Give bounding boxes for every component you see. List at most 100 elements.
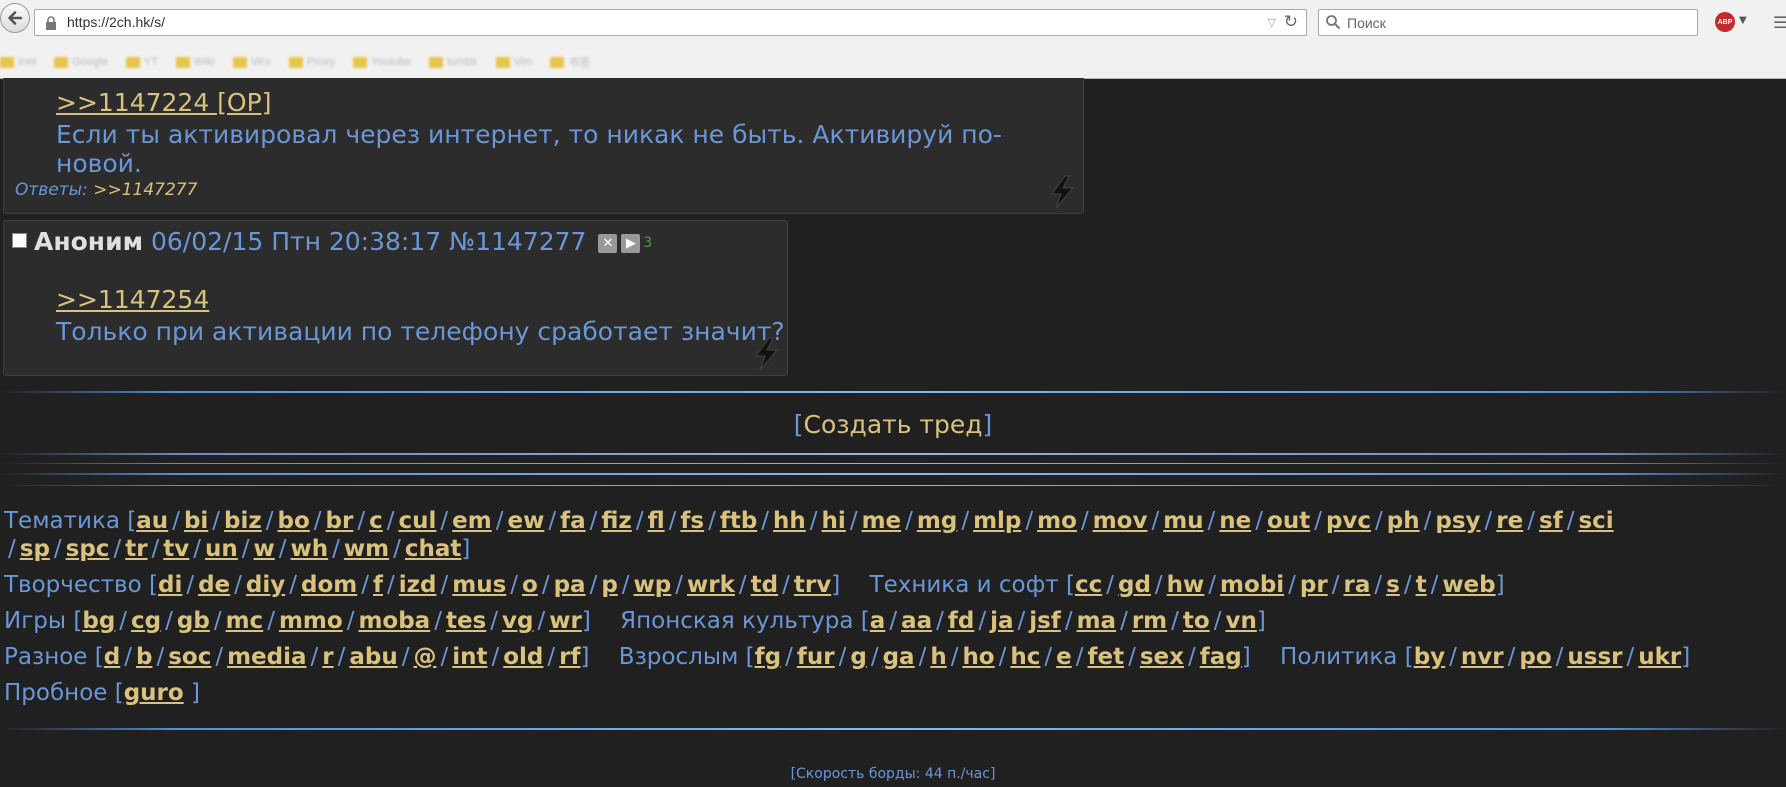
bookmark-item[interactable]: Proxy	[288, 56, 335, 68]
board-link-bo[interactable]: bo	[278, 508, 310, 534]
board-link-re[interactable]: re	[1496, 508, 1523, 534]
board-link-po[interactable]: po	[1519, 644, 1551, 670]
board-link-hi[interactable]: hi	[822, 508, 846, 534]
post-reflink[interactable]: >>1147254	[56, 285, 209, 314]
bookmark-item[interactable]: 书签	[550, 54, 590, 70]
post-number[interactable]: №1147277	[449, 227, 586, 256]
board-link-wp[interactable]: wp	[634, 572, 672, 598]
bookmark-item[interactable]: Wiki	[175, 56, 215, 68]
board-link-tr[interactable]: tr	[125, 536, 147, 562]
board-link-web[interactable]: web	[1442, 572, 1495, 598]
board-link-fl[interactable]: fl	[648, 508, 665, 534]
board-link-gd[interactable]: gd	[1118, 572, 1151, 598]
board-link-td[interactable]: td	[751, 572, 778, 598]
board-link-ph[interactable]: ph	[1387, 508, 1420, 534]
board-link-hw[interactable]: hw	[1167, 572, 1205, 598]
search-input[interactable]	[1347, 13, 1687, 32]
board-link-tv[interactable]: tv	[163, 536, 189, 562]
board-link-o[interactable]: o	[522, 572, 538, 598]
board-link-em[interactable]: em	[452, 508, 492, 534]
bookmark-item[interactable]: VKs	[232, 56, 271, 68]
board-link-bg[interactable]: bg	[82, 608, 115, 634]
bookmark-item[interactable]: tumblr	[428, 56, 478, 68]
board-link-rm[interactable]: rm	[1132, 608, 1167, 634]
close-icon[interactable]: ✕	[598, 233, 618, 253]
board-link-mobi[interactable]: mobi	[1220, 572, 1284, 598]
board-link-de[interactable]: de	[198, 572, 230, 598]
board-link-soc[interactable]: soc	[168, 644, 211, 670]
board-link-f[interactable]: f	[373, 572, 383, 598]
board-link-s[interactable]: s	[1386, 572, 1400, 598]
board-link-tes[interactable]: tes	[446, 608, 486, 634]
board-link-vn[interactable]: vn	[1225, 608, 1256, 634]
board-link-g[interactable]: g	[850, 644, 866, 670]
board-link-mg[interactable]: mg	[917, 508, 957, 534]
chevron-down-icon[interactable]: ▼	[1739, 15, 1747, 26]
board-link-a[interactable]: a	[870, 608, 886, 634]
bookmark-item[interactable]: Inet	[0, 56, 36, 68]
board-link-ftb[interactable]: ftb	[720, 508, 757, 534]
board-link-spc[interactable]: spc	[66, 536, 110, 562]
board-link-cc[interactable]: cc	[1075, 572, 1102, 598]
board-link-sp[interactable]: sp	[20, 536, 50, 562]
board-link-by[interactable]: by	[1414, 644, 1445, 670]
board-link-izd[interactable]: izd	[399, 572, 437, 598]
board-link-ussr[interactable]: ussr	[1567, 644, 1622, 670]
url-bar[interactable]: https://2ch.hk/s/ ▽ ↻	[34, 9, 1307, 36]
lightning-icon[interactable]	[751, 337, 781, 371]
board-link-hc[interactable]: hc	[1010, 644, 1040, 670]
board-link-ra[interactable]: ra	[1343, 572, 1370, 598]
board-link-p[interactable]: p	[601, 572, 617, 598]
board-link-pa[interactable]: pa	[554, 572, 586, 598]
board-link-out[interactable]: out	[1267, 508, 1310, 534]
board-link-fs[interactable]: fs	[680, 508, 704, 534]
board-link-mov[interactable]: mov	[1093, 508, 1148, 534]
board-link-d[interactable]: d	[104, 644, 120, 670]
board-link-rf[interactable]: rf	[559, 644, 580, 670]
board-link-mus[interactable]: mus	[452, 572, 506, 598]
board-link-wr[interactable]: wr	[549, 608, 582, 634]
board-link-old[interactable]: old	[503, 644, 543, 670]
board-link-fiz[interactable]: fiz	[601, 508, 631, 534]
board-link-mc[interactable]: mc	[226, 608, 264, 634]
menu-icon[interactable]: ☰	[1773, 13, 1786, 32]
board-link-abu[interactable]: abu	[349, 644, 397, 670]
board-link-wm[interactable]: wm	[344, 536, 389, 562]
board-link-h[interactable]: h	[930, 644, 946, 670]
url-dropdown-icon[interactable]: ▽	[1268, 16, 1276, 29]
bookmark-item[interactable]: YT	[125, 56, 158, 68]
board-link-cg[interactable]: cg	[131, 608, 161, 634]
board-link-trv[interactable]: trv	[794, 572, 831, 598]
board-link-fag[interactable]: fag	[1200, 644, 1242, 670]
board-link-chat[interactable]: chat	[405, 536, 462, 562]
board-link-vg[interactable]: vg	[502, 608, 533, 634]
board-link-mlp[interactable]: mlp	[973, 508, 1021, 534]
post-reflink[interactable]: >>1147224 [OP]	[56, 88, 271, 117]
board-link-moba[interactable]: moba	[358, 608, 430, 634]
board-link-to[interactable]: to	[1183, 608, 1210, 634]
board-link-sex[interactable]: sex	[1140, 644, 1184, 670]
adblock-icon[interactable]: ABP	[1715, 12, 1735, 32]
board-link-mmo[interactable]: mmo	[279, 608, 343, 634]
board-link-pr[interactable]: pr	[1300, 572, 1328, 598]
back-button[interactable]	[0, 3, 30, 33]
bookmark-item[interactable]: Vim	[495, 56, 532, 68]
post-checkbox[interactable]	[12, 233, 27, 248]
board-link-e[interactable]: e	[1056, 644, 1072, 670]
board-link-diy[interactable]: diy	[246, 572, 285, 598]
board-link-fg[interactable]: fg	[755, 644, 781, 670]
board-link-sci[interactable]: sci	[1578, 508, 1613, 534]
board-link-jsf[interactable]: jsf	[1029, 608, 1061, 634]
board-link-psy[interactable]: psy	[1435, 508, 1480, 534]
board-link-ne[interactable]: ne	[1219, 508, 1251, 534]
board-link-t[interactable]: t	[1416, 572, 1427, 598]
board-link-biz[interactable]: biz	[224, 508, 262, 534]
board-link-bi[interactable]: bi	[184, 508, 208, 534]
bookmark-item[interactable]: Google	[54, 56, 108, 68]
create-thread-link[interactable]: Создать тред	[804, 410, 983, 439]
board-link-me[interactable]: me	[862, 508, 902, 534]
board-link-cul[interactable]: cul	[399, 508, 437, 534]
board-link-au[interactable]: au	[136, 508, 168, 534]
board-link-di[interactable]: di	[158, 572, 182, 598]
board-link-wh[interactable]: wh	[291, 536, 329, 562]
